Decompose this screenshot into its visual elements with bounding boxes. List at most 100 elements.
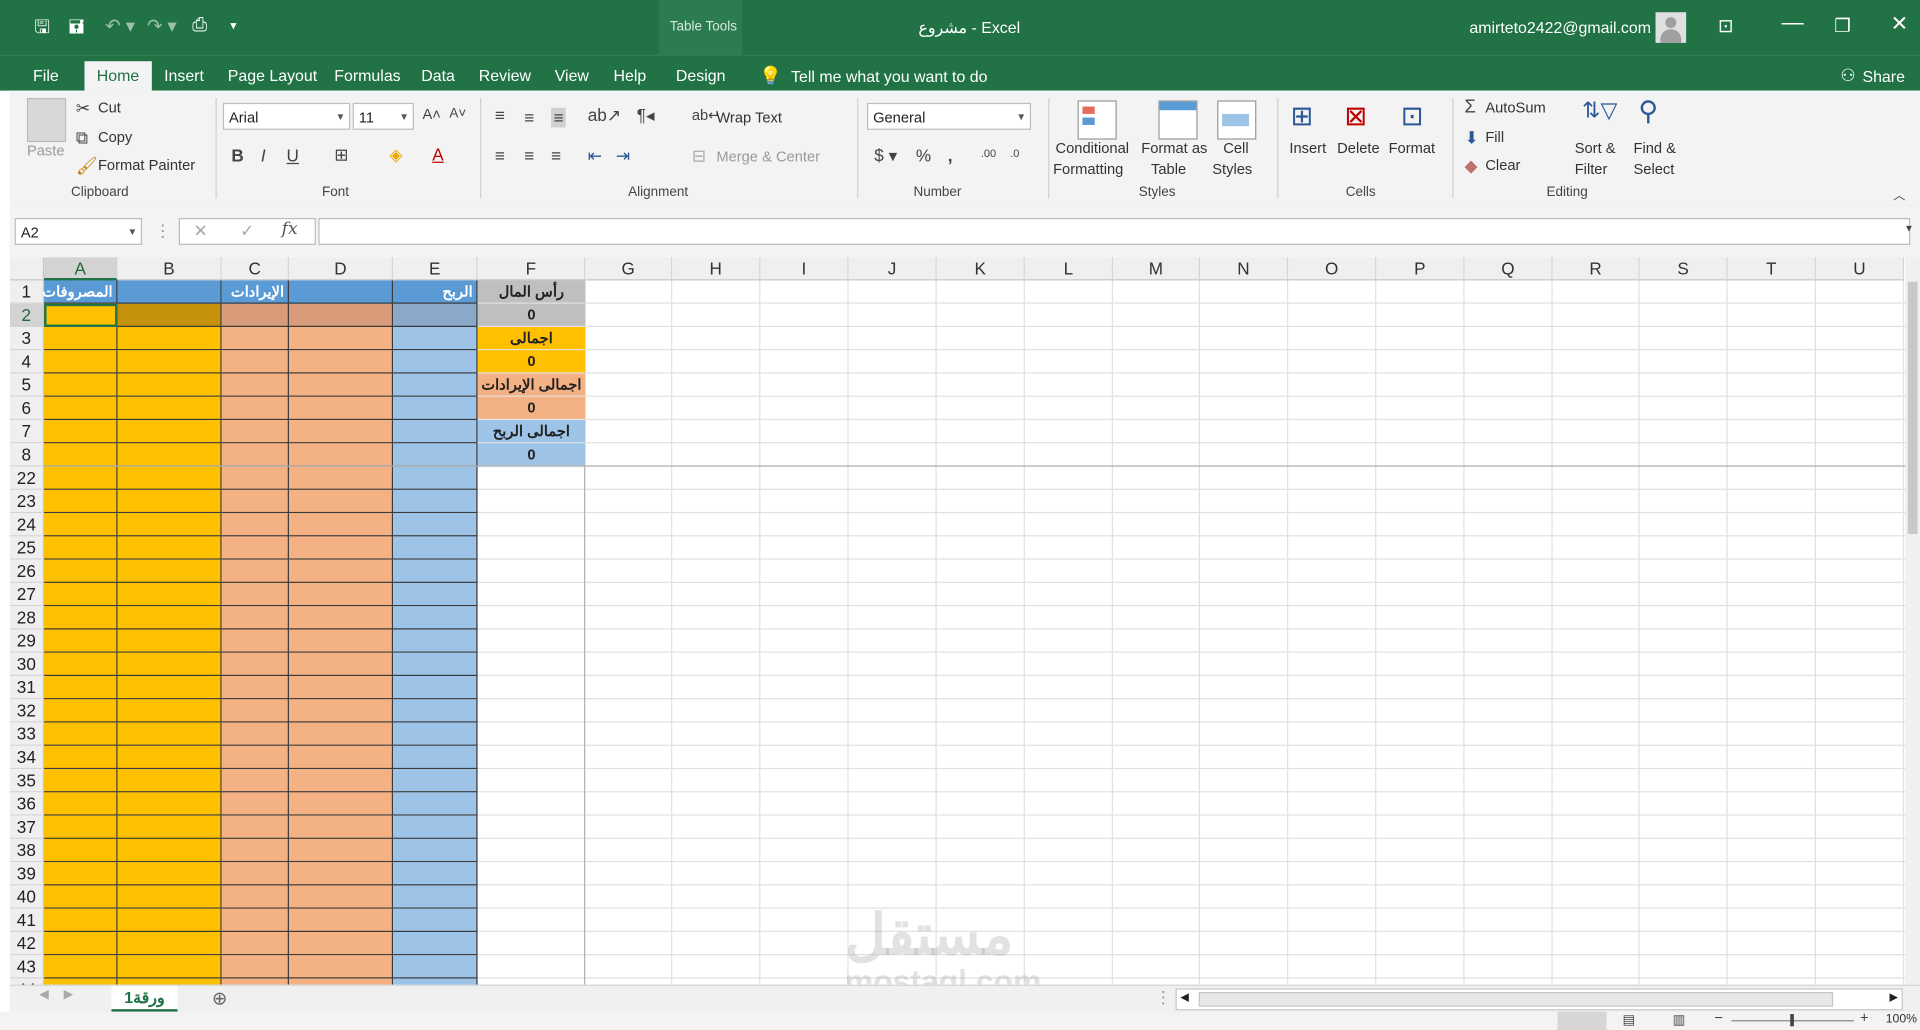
cell-e36[interactable] xyxy=(393,792,478,816)
cell-a42[interactable] xyxy=(44,931,118,956)
column-header-k[interactable]: K xyxy=(936,257,1025,281)
row-header-22[interactable]: 22 xyxy=(9,466,45,490)
close-icon[interactable]: ✕ xyxy=(1891,12,1908,36)
cell-c38[interactable] xyxy=(221,838,289,863)
row-header-34[interactable]: 34 xyxy=(9,745,45,770)
cell-b43[interactable] xyxy=(117,955,222,979)
font-size-combo[interactable]: 11 ▼ xyxy=(352,102,414,130)
tab-formulas[interactable]: Formulas xyxy=(322,61,413,90)
row-header-39[interactable]: 39 xyxy=(9,862,45,886)
row-header-1[interactable]: 1 xyxy=(9,280,45,304)
row-header-43[interactable]: 43 xyxy=(9,955,45,979)
cell-e43[interactable] xyxy=(393,955,478,979)
zoom-slider[interactable] xyxy=(1731,1014,1854,1027)
cell-a34[interactable] xyxy=(44,745,118,770)
zoom-out-icon[interactable]: − xyxy=(1714,1009,1723,1026)
cell-e6[interactable] xyxy=(393,396,478,421)
cell-c22[interactable] xyxy=(221,466,289,490)
column-header-n[interactable]: N xyxy=(1200,257,1289,281)
cell-d24[interactable] xyxy=(288,513,394,537)
cell-e31[interactable] xyxy=(393,676,478,700)
collapse-ribbon-icon[interactable]: ︿ xyxy=(1893,185,1905,203)
column-header-i[interactable]: I xyxy=(760,257,849,281)
decrease-indent-icon[interactable]: ⇤ xyxy=(588,146,602,167)
sort-filter-button-line2[interactable]: Filter xyxy=(1575,160,1608,177)
cell-a32[interactable] xyxy=(44,699,118,723)
cell-e33[interactable] xyxy=(393,722,478,746)
cell-styles-button-line2[interactable]: Styles xyxy=(1212,160,1252,177)
next-sheet-icon[interactable]: ▶ xyxy=(64,988,73,1001)
column-header-e[interactable]: E xyxy=(393,257,478,281)
cell-d32[interactable] xyxy=(288,699,394,723)
cell-c36[interactable] xyxy=(221,792,289,816)
cell-d29[interactable] xyxy=(288,629,394,653)
cell-a36[interactable] xyxy=(44,792,118,816)
cell-b38[interactable] xyxy=(117,838,222,863)
cell-b35[interactable] xyxy=(117,769,222,793)
cell-c37[interactable] xyxy=(221,815,289,839)
cell-b29[interactable] xyxy=(117,629,222,653)
italic-icon[interactable]: I xyxy=(261,146,266,166)
row-header-35[interactable]: 35 xyxy=(9,769,45,793)
cell-c29[interactable] xyxy=(221,629,289,653)
font-name-combo[interactable]: Arial ▼ xyxy=(222,102,351,130)
cut-button[interactable]: Cut xyxy=(98,99,121,116)
increase-font-icon[interactable]: A˄ xyxy=(422,105,440,122)
cell-b34[interactable] xyxy=(117,745,222,770)
cell-d43[interactable] xyxy=(288,955,394,979)
name-box[interactable]: A2 ▼ xyxy=(14,217,143,245)
format-cells-button[interactable]: Format xyxy=(1389,140,1436,157)
insert-function-icon[interactable]: fx xyxy=(282,219,298,239)
cell-a30[interactable] xyxy=(44,652,118,677)
undo-icon[interactable]: ↶ ▾ xyxy=(105,15,135,37)
cell-a27[interactable] xyxy=(44,582,118,607)
cell-a39[interactable] xyxy=(44,862,118,886)
align-left-icon[interactable]: ≡ xyxy=(495,146,505,166)
cell-b42[interactable] xyxy=(117,931,222,956)
cell-d7[interactable] xyxy=(288,420,394,444)
row-header-27[interactable]: 27 xyxy=(9,582,45,607)
total-profit-label[interactable]: اجمالى الربح xyxy=(477,420,586,444)
conditional-formatting-button-line2[interactable]: Formatting xyxy=(1053,160,1123,177)
cell-c24[interactable] xyxy=(221,513,289,537)
column-header-f[interactable]: F xyxy=(477,257,586,281)
cell-c42[interactable] xyxy=(221,931,289,956)
column-header-h[interactable]: H xyxy=(672,257,761,281)
enter-icon[interactable]: ✓ xyxy=(240,220,254,241)
cell-d38[interactable] xyxy=(288,838,394,863)
row-header-42[interactable]: 42 xyxy=(9,931,45,956)
increase-decimal-icon[interactable]: .00 xyxy=(981,147,996,159)
cell-e2[interactable] xyxy=(393,303,478,327)
cell-d33[interactable] xyxy=(288,722,394,746)
cell-a40[interactable] xyxy=(44,885,118,909)
cell-b37[interactable] xyxy=(117,815,222,839)
find-select-button[interactable]: Find & xyxy=(1633,140,1675,157)
print-preview-icon[interactable]: ⎙ xyxy=(192,15,207,36)
number-format-combo[interactable]: General ▼ xyxy=(866,102,1032,130)
redo-icon[interactable]: ↷ ▾ xyxy=(147,15,177,37)
vertical-scrollbar[interactable] xyxy=(1905,257,1920,985)
row-header-5[interactable]: 5 xyxy=(9,373,45,397)
align-center-icon[interactable]: ≡ xyxy=(524,146,534,166)
cancel-icon[interactable]: ✕ xyxy=(193,220,207,241)
row-header-26[interactable]: 26 xyxy=(9,559,45,583)
wrap-text-button[interactable]: Wrap Text xyxy=(716,109,782,126)
table-header-e[interactable]: الربح xyxy=(393,280,478,304)
tab-page-layout[interactable]: Page Layout xyxy=(216,61,330,90)
cell-a38[interactable] xyxy=(44,838,118,863)
cell-e5[interactable] xyxy=(393,373,478,397)
cell-b24[interactable] xyxy=(117,513,222,537)
cell-e35[interactable] xyxy=(393,769,478,793)
column-header-b[interactable]: B xyxy=(117,257,222,281)
total-expenses-label[interactable]: اجمالى المصروفات xyxy=(477,326,586,370)
cell-e26[interactable] xyxy=(393,559,478,583)
paste-icon[interactable] xyxy=(26,97,67,143)
format-as-table-button-line2[interactable]: Table xyxy=(1151,160,1186,177)
total-expenses-value[interactable]: 0 xyxy=(477,350,586,374)
cell-d3[interactable] xyxy=(288,326,394,351)
cell-e25[interactable] xyxy=(393,536,478,560)
cell-e38[interactable] xyxy=(393,838,478,863)
cell-e8[interactable] xyxy=(393,443,478,467)
cell-c33[interactable] xyxy=(221,722,289,746)
column-header-r[interactable]: R xyxy=(1552,257,1640,281)
